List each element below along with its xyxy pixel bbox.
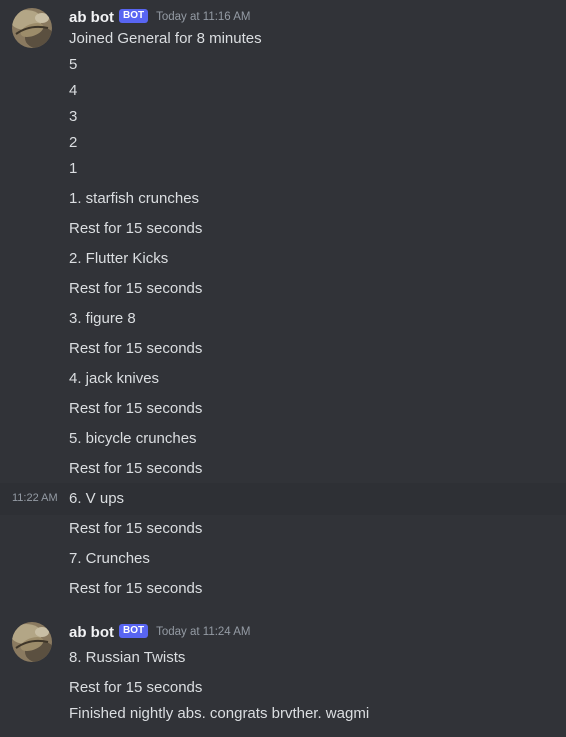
message-line: 7. Crunches bbox=[69, 550, 150, 567]
message-line: Rest for 15 seconds bbox=[69, 520, 203, 537]
message-line: 2. Flutter Kicks bbox=[69, 250, 169, 267]
message-line: 1. starfish crunches bbox=[69, 190, 200, 207]
message-line: Rest for 15 seconds bbox=[69, 220, 203, 237]
message-line: 5. bicycle crunches bbox=[69, 430, 197, 447]
avatar[interactable] bbox=[12, 622, 52, 662]
bot-tag: BOT bbox=[119, 624, 149, 638]
message-header: ab bot BOT Today at 11:24 AM bbox=[69, 621, 251, 643]
message-line: Rest for 15 seconds bbox=[69, 580, 203, 597]
avatar[interactable] bbox=[12, 8, 52, 48]
message-timestamp[interactable]: Today at 11:24 AM bbox=[156, 626, 250, 638]
message-timestamp[interactable]: Today at 11:16 AM bbox=[156, 11, 250, 23]
message-line: Joined General for 8 minutes bbox=[69, 30, 262, 47]
avatar-image bbox=[12, 622, 52, 662]
message-line: 1 bbox=[69, 160, 78, 177]
message-line: Rest for 15 seconds bbox=[69, 679, 203, 696]
avatar-image bbox=[12, 8, 52, 48]
message-header: ab bot BOT Today at 11:16 AM bbox=[69, 6, 251, 28]
message-line: 3 bbox=[69, 108, 78, 125]
message-line: Rest for 15 seconds bbox=[69, 400, 203, 417]
message-line: 6. V ups bbox=[69, 490, 125, 507]
message-line: Finished nightly abs. congrats brvther. … bbox=[69, 705, 370, 722]
message-line: 3. figure 8 bbox=[69, 310, 136, 327]
message-line: 8. Russian Twists bbox=[69, 649, 186, 666]
hover-timestamp[interactable]: 11:22 AM bbox=[12, 487, 58, 509]
message-line: Rest for 15 seconds bbox=[69, 340, 203, 357]
username[interactable]: ab bot bbox=[69, 624, 114, 641]
message-line: Rest for 15 seconds bbox=[69, 460, 203, 477]
message-line: 4. jack knives bbox=[69, 370, 160, 387]
username[interactable]: ab bot bbox=[69, 9, 114, 26]
bot-tag: BOT bbox=[119, 9, 149, 23]
message-line: Rest for 15 seconds bbox=[69, 280, 203, 297]
message-line: 5 bbox=[69, 56, 78, 73]
message-line: 2 bbox=[69, 134, 78, 151]
message-line: 4 bbox=[69, 82, 78, 99]
